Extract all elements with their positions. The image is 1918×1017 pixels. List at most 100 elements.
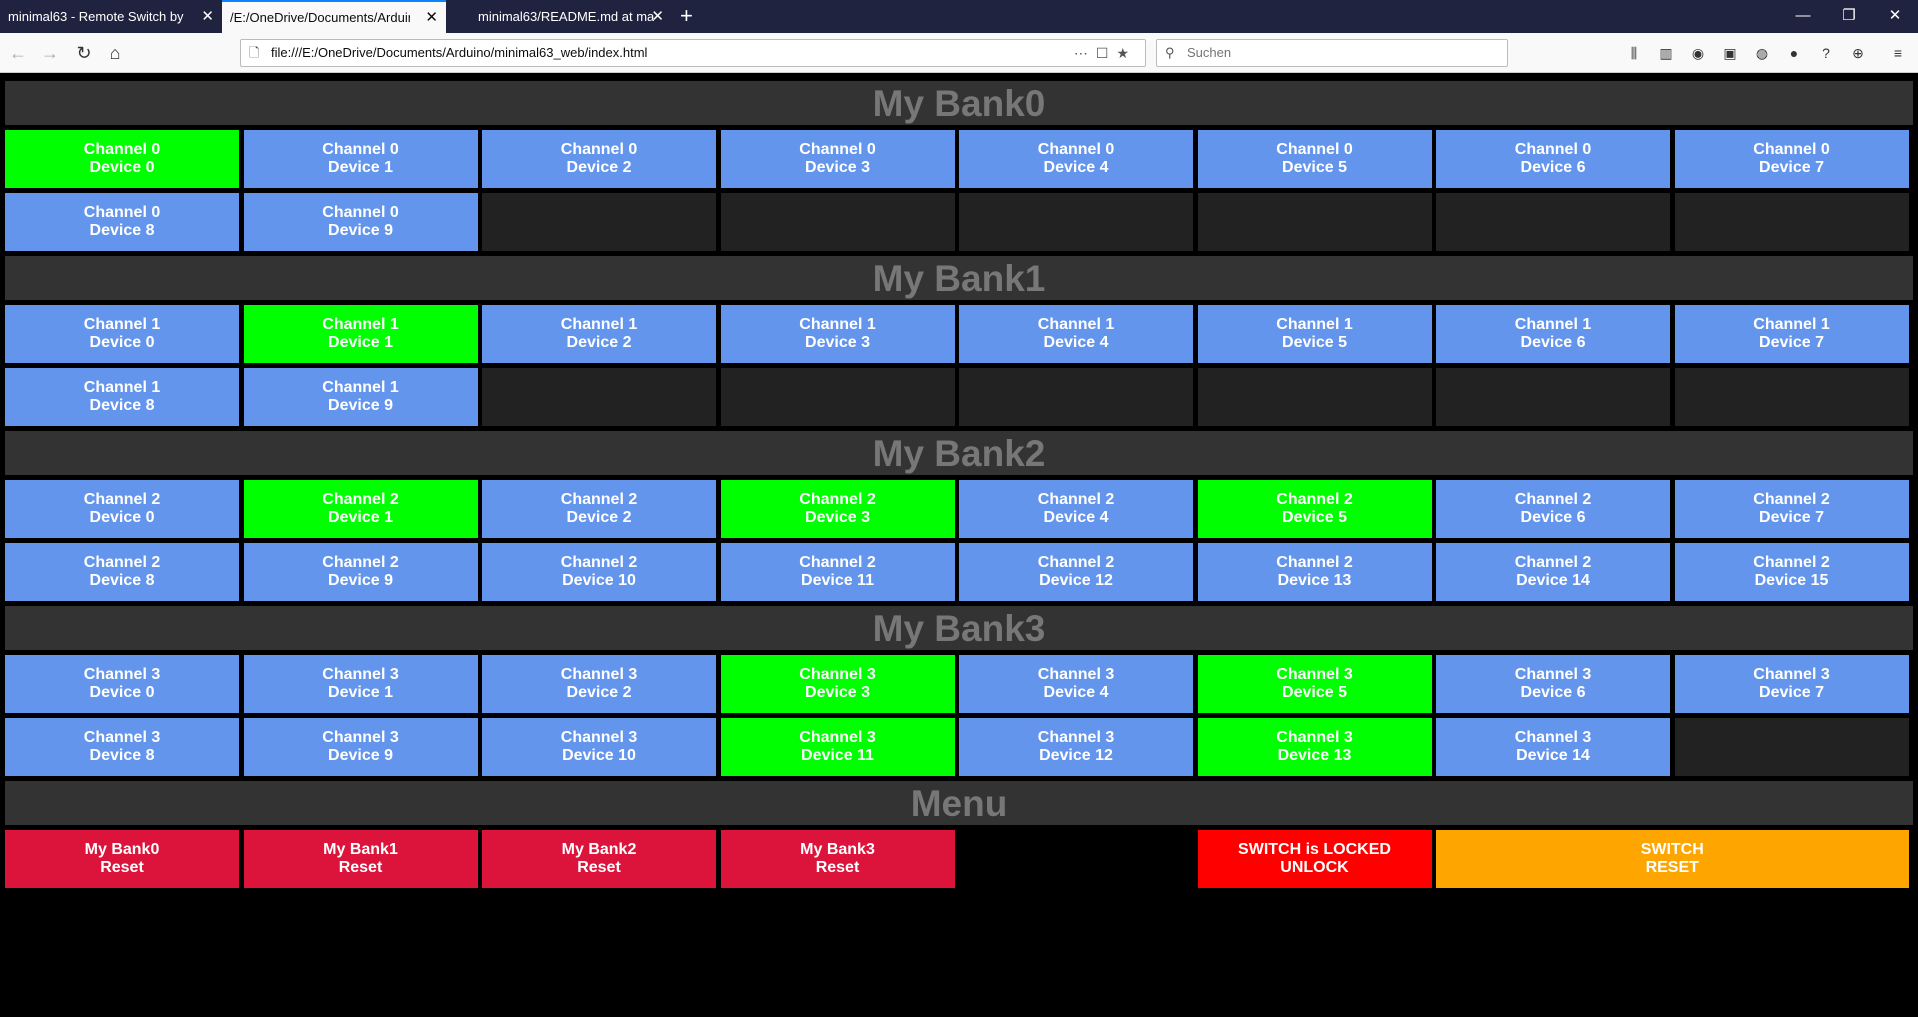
empty-slot [1674,718,1909,776]
channel-label: Channel 2 [322,554,399,571]
close-icon[interactable]: ✕ [201,0,214,33]
device-switch-button[interactable]: Channel 3 Device 0 [5,655,239,713]
device-switch-button[interactable]: Channel 3 Device 12 [959,718,1193,776]
cookie-icon[interactable]: ● [1784,42,1804,64]
device-switch-button[interactable]: Channel 3 Device 1 [243,655,478,713]
channel-label: Channel 3 [83,729,161,746]
device-switch-button[interactable]: Channel 2 Device 11 [720,543,955,601]
close-icon[interactable]: ✕ [651,0,664,33]
library-icon[interactable]: ⫼ [1624,42,1644,64]
device-switch-button[interactable]: Channel 2 Device 5 [1197,480,1432,538]
device-switch-button[interactable]: Channel 0 Device 6 [1436,130,1670,188]
restore-icon[interactable]: ❐ [1826,0,1872,32]
device-switch-button[interactable]: Channel 2 Device 9 [243,543,478,601]
channel-label: Channel 1 [1276,316,1353,333]
close-icon[interactable]: ✕ [425,2,438,33]
device-switch-button[interactable]: Channel 1 Device 2 [482,305,716,363]
new-tab-button[interactable]: + [680,0,693,32]
device-switch-button[interactable]: Channel 2 Device 13 [1197,543,1432,601]
bank0-reset-button[interactable]: My Bank0 Reset [5,830,239,888]
switch-reset-button[interactable]: SWITCH RESET [1436,830,1909,888]
zoom-icon[interactable]: ⊕ [1848,42,1868,64]
device-label: Device 3 [805,159,870,176]
device-switch-button[interactable]: Channel 2 Device 8 [5,543,239,601]
device-switch-button[interactable]: Channel 3 Device 6 [1436,655,1670,713]
back-icon[interactable]: ← [6,41,30,65]
reload-icon[interactable]: ↻ [72,41,96,65]
channel-label: Channel 0 [322,141,399,158]
device-switch-button[interactable]: Channel 2 Device 7 [1674,480,1909,538]
device-switch-button[interactable]: Channel 3 Device 3 [720,655,955,713]
device-switch-button[interactable]: Channel 3 Device 7 [1674,655,1909,713]
device-switch-button[interactable]: Channel 1 Device 1 [243,305,478,363]
device-label: Device 0 [89,684,155,701]
help-icon[interactable]: ? [1816,42,1836,64]
device-switch-button[interactable]: Channel 3 Device 8 [5,718,239,776]
account-icon[interactable]: ◉ [1688,42,1708,64]
device-label: Device 13 [1277,572,1352,589]
device-switch-button[interactable]: Channel 3 Device 5 [1197,655,1432,713]
device-switch-button[interactable]: Channel 0 Device 2 [482,130,716,188]
extension-icon[interactable]: ▣ [1720,42,1740,64]
search-input[interactable]: ⚲ Suchen [1156,39,1508,67]
device-switch-button[interactable]: Channel 2 Device 0 [5,480,239,538]
device-switch-button[interactable]: Channel 1 Device 0 [5,305,239,363]
device-switch-button[interactable]: Channel 2 Device 1 [243,480,478,538]
bank3-reset-button[interactable]: My Bank3 Reset [720,830,955,888]
device-switch-button[interactable]: Channel 2 Device 4 [959,480,1193,538]
device-switch-button[interactable]: Channel 2 Device 12 [959,543,1193,601]
channel-label: Channel 2 [322,491,399,508]
device-switch-button[interactable]: Channel 2 Device 14 [1436,543,1670,601]
url-text[interactable]: file:///E:/OneDrive/Documents/Arduino/mi… [271,40,647,66]
address-bar[interactable]: 🗋 file:///E:/OneDrive/Documents/Arduino/… [240,39,1146,67]
unlock-switch-button[interactable]: SWITCH is LOCKED UNLOCK [1197,830,1432,888]
home-icon[interactable]: ⌂ [103,41,127,65]
channel-label: Channel 2 [83,554,161,571]
device-switch-button[interactable]: Channel 1 Device 8 [5,368,239,426]
device-switch-button[interactable]: Channel 3 Device 9 [243,718,478,776]
device-switch-button[interactable]: Channel 3 Device 2 [482,655,716,713]
device-switch-button[interactable]: Channel 2 Device 6 [1436,480,1670,538]
device-switch-button[interactable]: Channel 3 Device 13 [1197,718,1432,776]
tab-remote-switch[interactable]: minimal63 - Remote Switch by DM ✕ [0,0,222,33]
device-switch-button[interactable]: Channel 1 Device 6 [1436,305,1670,363]
bank1-reset-button[interactable]: My Bank1 Reset [243,830,478,888]
device-label: Device 6 [1520,509,1586,526]
device-switch-button[interactable]: Channel 0 Device 5 [1197,130,1432,188]
window-close-icon[interactable]: ✕ [1872,0,1918,32]
bank2-reset-button[interactable]: My Bank2 Reset [482,830,716,888]
sidebar-icon[interactable]: ▥ [1656,42,1676,64]
device-switch-button[interactable]: Channel 3 Device 14 [1436,718,1670,776]
device-switch-button[interactable]: Channel 0 Device 3 [720,130,955,188]
device-switch-button[interactable]: Channel 1 Device 5 [1197,305,1432,363]
device-switch-button[interactable]: Channel 2 Device 2 [482,480,716,538]
device-label: Device 5 [1282,684,1347,701]
device-switch-button[interactable]: Channel 0 Device 8 [5,193,239,251]
device-switch-button[interactable]: Channel 2 Device 15 [1674,543,1909,601]
device-label: Device 8 [89,747,155,764]
menu-icon[interactable]: ≡ [1888,42,1908,64]
device-switch-button[interactable]: Channel 1 Device 4 [959,305,1193,363]
device-switch-button[interactable]: Channel 3 Device 11 [720,718,955,776]
device-switch-button[interactable]: Channel 1 Device 9 [243,368,478,426]
device-switch-button[interactable]: Channel 0 Device 7 [1674,130,1909,188]
device-switch-button[interactable]: Channel 1 Device 7 [1674,305,1909,363]
device-switch-button[interactable]: Channel 0 Device 9 [243,193,478,251]
forward-icon[interactable]: → [38,41,62,65]
tab-readme[interactable]: minimal63/README.md at ma ✕ [470,0,672,33]
channel-label: Channel 0 [1276,141,1353,158]
device-switch-button[interactable]: Channel 0 Device 0 [5,130,239,188]
minimize-icon[interactable]: — [1780,0,1826,32]
device-switch-button[interactable]: Channel 0 Device 1 [243,130,478,188]
device-switch-button[interactable]: Channel 3 Device 10 [482,718,716,776]
channel-label: Channel 0 [83,141,161,158]
tab-index-html[interactable]: /E:/OneDrive/Documents/Arduino/ ✕ [222,0,446,33]
page-actions-icon[interactable]: ⋯☐★ [1074,40,1137,66]
extension-icon[interactable]: ◍ [1752,42,1772,64]
bank-grid: Channel 2 Device 0 Channel 2 Device 1 Channe… [5,480,1913,601]
device-switch-button[interactable]: Channel 1 Device 3 [720,305,955,363]
device-switch-button[interactable]: Channel 3 Device 4 [959,655,1193,713]
device-switch-button[interactable]: Channel 2 Device 10 [482,543,716,601]
device-switch-button[interactable]: Channel 2 Device 3 [720,480,955,538]
device-switch-button[interactable]: Channel 0 Device 4 [959,130,1193,188]
